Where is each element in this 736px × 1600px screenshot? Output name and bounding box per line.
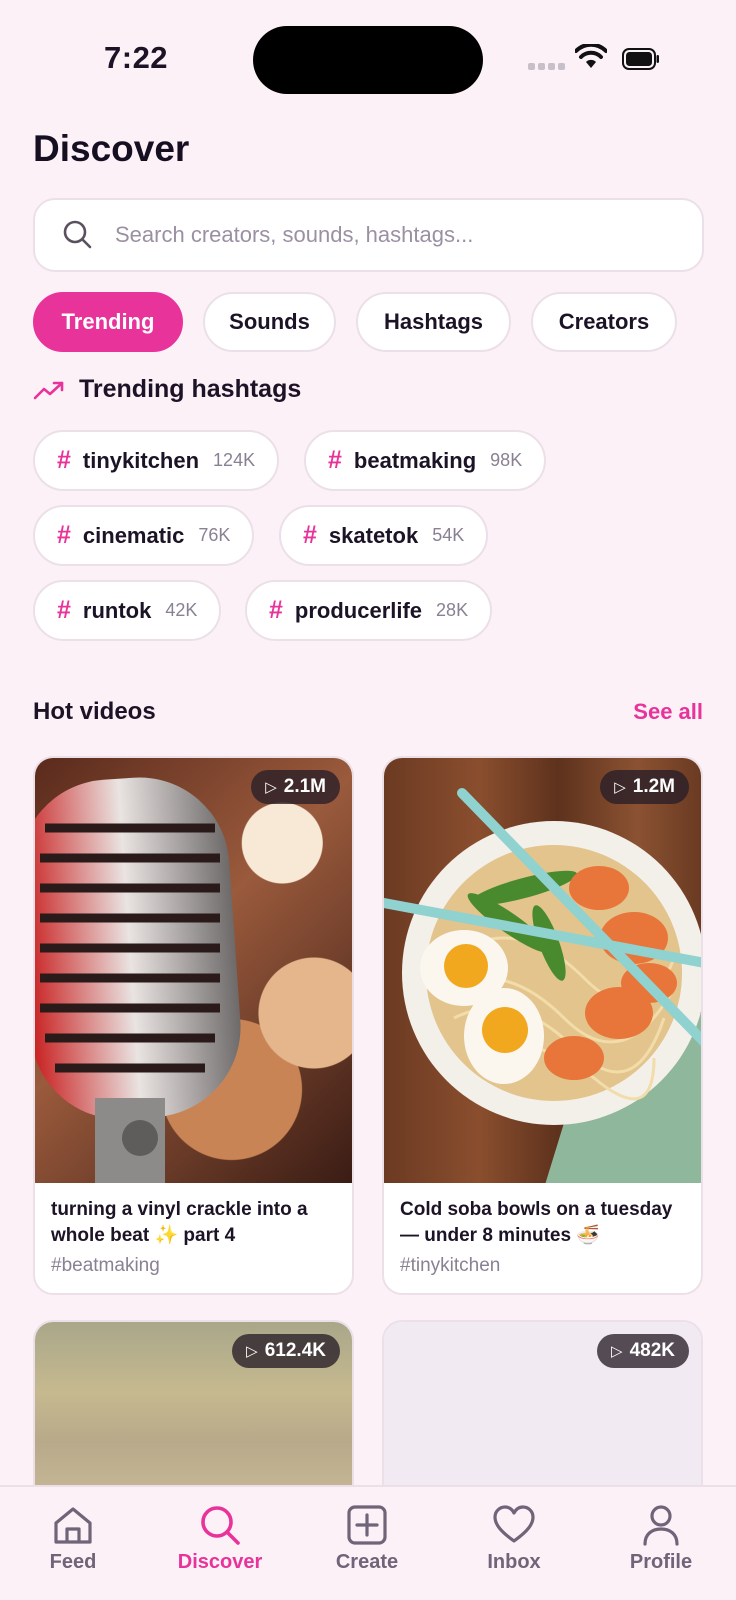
tab-hashtags[interactable]: Hashtags <box>356 292 511 352</box>
play-icon: ▷ <box>611 1343 623 1360</box>
trending-up-icon <box>33 381 64 399</box>
nav-label: Profile <box>629 1551 693 1573</box>
hashtag-count: 42K <box>165 600 198 620</box>
video-hashtag: #beatmaking <box>51 1255 160 1276</box>
video-thumbnail: ▷ 1.2M <box>384 758 701 1183</box>
search-placeholder: Search creators, sounds, hashtags... <box>115 222 474 247</box>
hash-icon: # <box>57 446 71 474</box>
filter-tabs: Trending Sounds Hashtags Creators <box>33 292 677 352</box>
hashtag-label: runtok <box>82 597 152 623</box>
search-input[interactable]: Search creators, sounds, hashtags... <box>33 198 704 272</box>
battery-icon <box>622 48 659 70</box>
home-icon <box>54 1507 92 1544</box>
search-icon <box>63 220 92 249</box>
video-caption: Cold soba bowls on a tuesday — under 8 m… <box>384 1183 701 1293</box>
hashtag-chip[interactable]: # producerlife 28K <box>245 580 493 641</box>
nav-profile[interactable]: Profile <box>601 1503 721 1574</box>
search-icon <box>201 1506 240 1545</box>
hashtag-chip[interactable]: # tinykitchen 124K <box>33 430 280 491</box>
nav-label: Inbox <box>487 1551 541 1573</box>
tab-sounds[interactable]: Sounds <box>203 292 336 352</box>
hashtag-count: 98K <box>490 450 523 470</box>
play-icon: ▷ <box>265 779 277 796</box>
microphone-image <box>35 777 241 1183</box>
status-time: 7:22 <box>104 40 169 75</box>
dynamic-island <box>253 26 483 94</box>
tab-creators[interactable]: Creators <box>531 292 677 352</box>
section-title: Trending hashtags <box>79 375 302 403</box>
hashtag-chip[interactable]: # runtok 42K <box>33 580 222 641</box>
hash-icon: # <box>328 446 342 474</box>
hashtag-label: tinykitchen <box>82 447 200 473</box>
video-title: Cold soba bowls on a tuesday — under 8 m… <box>400 1199 673 1246</box>
wifi-icon <box>575 44 607 68</box>
view-count: 482K <box>629 1340 675 1361</box>
nav-label: Create <box>335 1551 399 1573</box>
play-icon: ▷ <box>614 779 626 796</box>
see-all-link[interactable]: See all <box>633 699 703 725</box>
video-card[interactable]: ▷ 1.2M Cold soba bowls on a tuesday — un… <box>382 756 703 1295</box>
noodle-bowl-image <box>384 788 701 1183</box>
hashtag-count: 28K <box>436 600 469 620</box>
view-count: 1.2M <box>632 776 675 797</box>
signal-icon <box>528 63 565 70</box>
video-card[interactable]: ▷ 2.1M turning a vinyl crackle into a wh… <box>33 756 354 1295</box>
play-icon: ▷ <box>246 1343 258 1360</box>
hash-icon: # <box>269 596 283 624</box>
nav-inbox[interactable]: Inbox <box>454 1503 574 1574</box>
video-thumbnail: ▷ 2.1M <box>35 758 352 1183</box>
hash-icon: # <box>57 521 71 549</box>
view-count-badge: ▷ 612.4K <box>232 1334 340 1368</box>
user-icon <box>643 1505 679 1546</box>
plus-square-icon <box>347 1505 387 1545</box>
view-count-badge: ▷ 2.1M <box>251 770 340 804</box>
nav-label: Discover <box>177 1551 263 1573</box>
hash-icon: # <box>303 521 317 549</box>
video-hashtag: #tinykitchen <box>400 1255 501 1276</box>
page-title: Discover <box>33 128 190 169</box>
trending-header: Trending hashtags <box>33 375 301 404</box>
hot-videos-title: Hot videos <box>33 698 156 725</box>
status-bar: 7:22 <box>0 0 736 110</box>
hashtag-count: 76K <box>198 525 231 545</box>
hash-icon: # <box>57 596 71 624</box>
nav-discover[interactable]: Discover <box>160 1503 280 1574</box>
video-title: turning a vinyl crackle into a whole bea… <box>51 1199 308 1246</box>
view-count: 2.1M <box>283 776 326 797</box>
nav-create[interactable]: Create <box>307 1503 427 1574</box>
hashtag-chip[interactable]: # skatetok 54K <box>279 505 489 566</box>
hashtag-label: cinematic <box>82 522 185 548</box>
hashtag-chip[interactable]: # beatmaking 98K <box>304 430 547 491</box>
hashtag-label: skatetok <box>328 522 419 548</box>
heart-icon <box>493 1505 535 1543</box>
nav-feed[interactable]: Feed <box>13 1503 133 1574</box>
hashtag-label: beatmaking <box>353 447 477 473</box>
nav-label: Feed <box>49 1551 97 1573</box>
hashtag-count: 54K <box>432 525 465 545</box>
tab-trending[interactable]: Trending <box>33 292 183 352</box>
hashtag-label: producerlife <box>294 597 423 623</box>
view-count: 612.4K <box>264 1340 326 1361</box>
view-count-badge: ▷ 482K <box>597 1334 689 1368</box>
bottom-nav: Feed Discover Create Inbox Profile <box>0 1485 736 1600</box>
hashtag-count: 124K <box>213 450 256 470</box>
hashtag-chip[interactable]: # cinematic 76K <box>33 505 255 566</box>
video-caption: turning a vinyl crackle into a whole bea… <box>35 1183 352 1293</box>
view-count-badge: ▷ 1.2M <box>600 770 689 804</box>
